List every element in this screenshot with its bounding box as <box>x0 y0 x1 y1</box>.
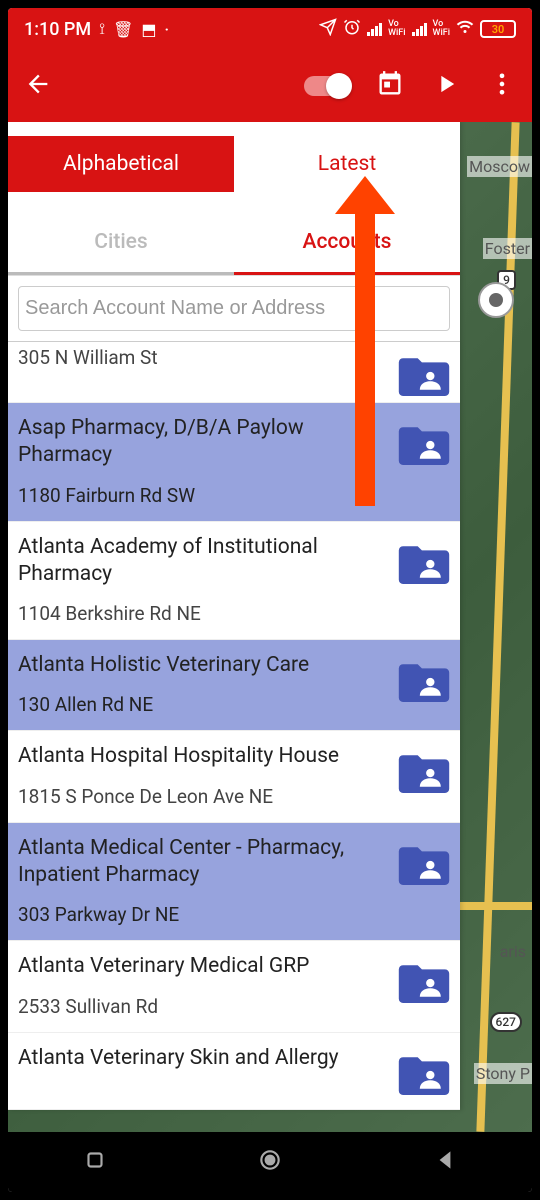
dot-icon: · <box>165 20 170 39</box>
contact-folder-icon[interactable] <box>398 961 450 1003</box>
list-item[interactable]: Atlanta Academy of Institutional Pharmac… <box>8 522 460 641</box>
home-button[interactable] <box>257 1147 283 1177</box>
signal-bars-icon <box>367 22 382 36</box>
account-address: 2533 Sullivan Rd <box>18 995 398 1018</box>
content-area: Moscow Foster aris Stony P 9 627 Alphabe… <box>8 122 532 1132</box>
play-button[interactable] <box>432 70 460 102</box>
send-icon <box>319 18 337 40</box>
list-item[interactable]: Atlanta Medical Center - Pharmacy, Inpat… <box>8 823 460 942</box>
map-toggle[interactable] <box>304 76 348 96</box>
vowifi-label-1: VoWiFi <box>388 20 405 38</box>
contact-folder-icon[interactable] <box>398 660 450 702</box>
wifi-icon <box>456 18 474 41</box>
signal-bars-icon-2 <box>412 22 427 36</box>
map-label-stony: Stony P <box>474 1063 532 1084</box>
map-label-foster: Foster <box>483 238 532 259</box>
account-list: 305 N William St Asap Pharmacy, D/B/A Pay… <box>8 342 460 1110</box>
system-nav-bar <box>8 1132 532 1192</box>
account-address: 1815 S Ponce De Leon Ave NE <box>18 785 398 808</box>
account-address: 1180 Fairburn Rd SW <box>18 484 398 507</box>
contact-folder-icon[interactable] <box>398 843 450 885</box>
list-item[interactable]: Atlanta Veterinary Medical GRP 2533 Sulli… <box>8 941 460 1032</box>
list-item[interactable]: Atlanta Veterinary Skin and Allergy <box>8 1033 460 1110</box>
filter-tabs: Cities Accounts <box>8 212 460 276</box>
list-item[interactable]: Atlanta Holistic Veterinary Care 130 Alle… <box>8 640 460 731</box>
map-label-moscow: Moscow <box>467 156 532 177</box>
status-bar: 1:10 PM ⟟ 🗑 ⬒ · VoWiFi VoWiFi 30 <box>8 8 532 50</box>
battery-indicator: 30 <box>480 20 516 38</box>
vowifi-label-2: VoWiFi <box>433 20 450 38</box>
sort-tab-alphabetical[interactable]: Alphabetical <box>8 136 234 192</box>
download-icon: ⬒ <box>141 20 156 39</box>
contact-folder-icon[interactable] <box>398 354 450 396</box>
trash-icon: 🗑 <box>113 20 133 39</box>
filter-tab-accounts[interactable]: Accounts <box>234 212 460 275</box>
contact-folder-icon[interactable] <box>398 1053 450 1095</box>
account-address: 303 Parkway Dr NE <box>18 903 398 926</box>
recents-button[interactable] <box>82 1147 108 1177</box>
phone-frame: 1:10 PM ⟟ 🗑 ⬒ · VoWiFi VoWiFi 30 <box>8 8 532 1192</box>
account-address: 1104 Berkshire Rd NE <box>18 602 398 625</box>
list-item[interactable]: Asap Pharmacy, D/B/A Paylow Pharmacy 1180… <box>8 403 460 522</box>
account-name: Atlanta Medical Center - Pharmacy, Inpat… <box>18 835 398 890</box>
list-item[interactable]: 305 N William St <box>8 342 460 403</box>
account-name: Asap Pharmacy, D/B/A Paylow Pharmacy <box>18 415 398 470</box>
contact-folder-icon[interactable] <box>398 542 450 584</box>
back-nav-button[interactable] <box>432 1147 458 1177</box>
app-bar <box>8 50 532 122</box>
back-button[interactable] <box>24 70 52 102</box>
account-name: Atlanta Hospital Hospitality House <box>18 743 398 770</box>
account-name: Atlanta Academy of Institutional Pharmac… <box>18 534 398 589</box>
account-address: 130 Allen Rd NE <box>18 693 398 716</box>
search-wrap <box>8 276 460 342</box>
account-name: Atlanta Holistic Veterinary Care <box>18 652 398 679</box>
contact-folder-icon[interactable] <box>398 423 450 465</box>
route-marker-627: 627 <box>490 1012 522 1032</box>
accounts-panel: Alphabetical Latest Cities Accounts 305 … <box>8 122 460 1110</box>
account-address: 305 N William St <box>18 346 398 369</box>
location-pin-icon: ⟟ <box>99 19 105 39</box>
account-name: Atlanta Veterinary Medical GRP <box>18 953 398 980</box>
overflow-menu-button[interactable] <box>488 70 516 102</box>
account-name: Atlanta Veterinary Skin and Allergy <box>18 1045 398 1072</box>
status-time: 1:10 PM <box>24 19 91 40</box>
calendar-button[interactable] <box>376 70 404 102</box>
filter-tab-cities[interactable]: Cities <box>8 212 234 275</box>
search-input[interactable] <box>18 286 450 331</box>
annotation-arrow <box>355 210 375 506</box>
contact-folder-icon[interactable] <box>398 751 450 793</box>
alarm-icon <box>343 18 361 40</box>
map-label-aris: aris <box>498 941 528 962</box>
list-item[interactable]: Atlanta Hospital Hospitality House 1815 S… <box>8 731 460 822</box>
compass-button[interactable] <box>478 282 514 318</box>
